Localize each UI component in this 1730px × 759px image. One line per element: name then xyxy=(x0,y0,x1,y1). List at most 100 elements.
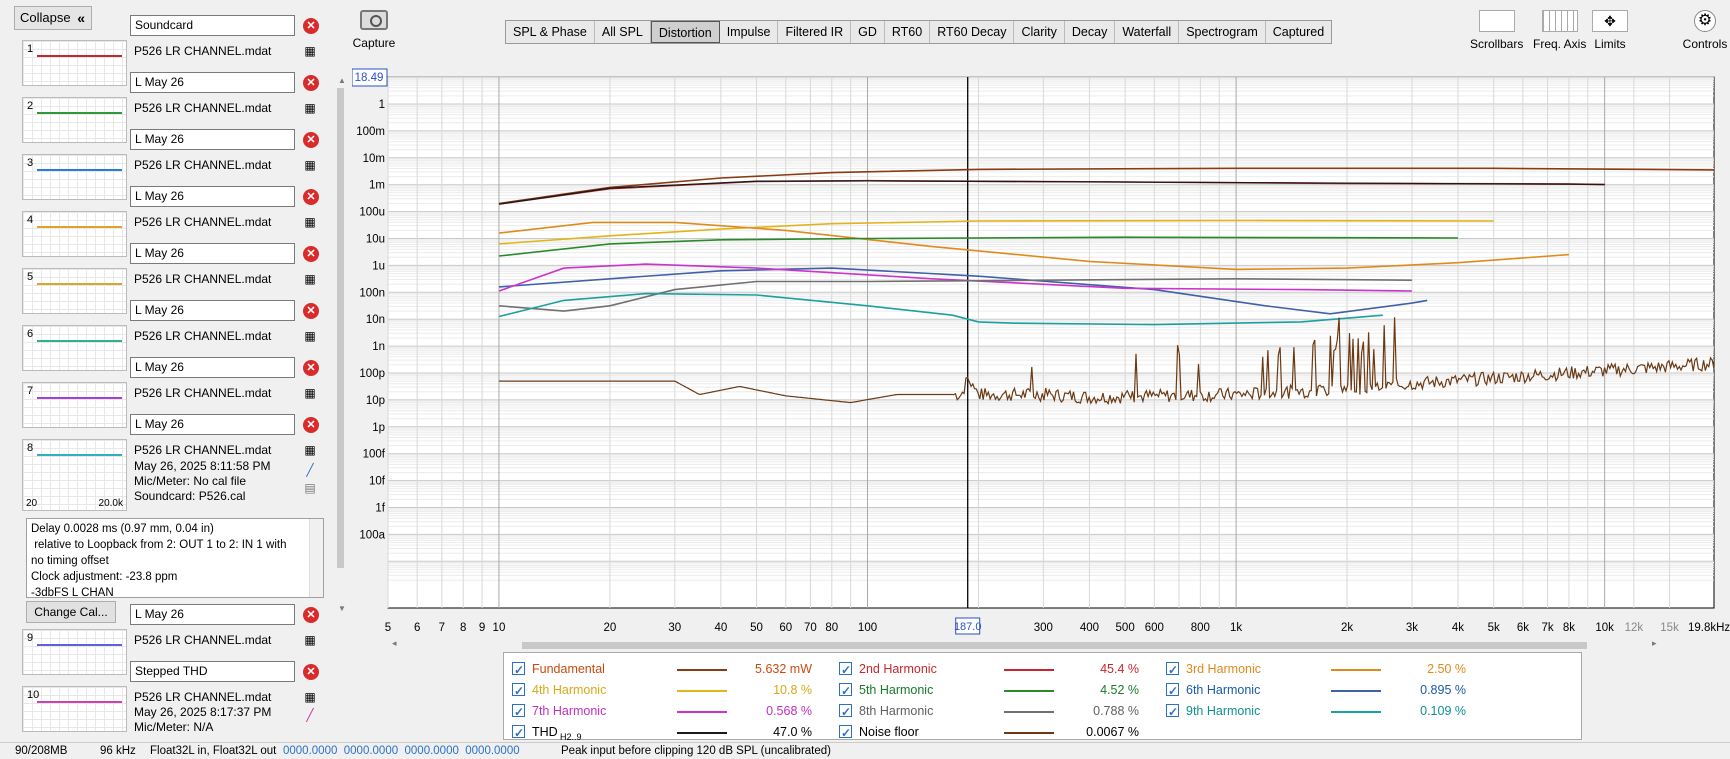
measurement-thumbnail[interactable]: 7 xyxy=(22,382,127,428)
limits-button[interactable]: ✥ Limits xyxy=(1592,10,1628,51)
legend-value: 47.0 % xyxy=(773,725,812,739)
tab-filtered-ir[interactable]: Filtered IR xyxy=(778,21,852,43)
measurement-thumbnail[interactable]: 3 xyxy=(22,154,127,200)
measurement-name-field[interactable]: L May 26 xyxy=(130,357,295,378)
freq-axis-button[interactable]: Freq. Axis xyxy=(1533,10,1586,51)
scroll-right-icon[interactable]: ▸ xyxy=(1652,638,1657,649)
tab-clarity[interactable]: Clarity xyxy=(1014,21,1065,43)
measurement-name-field[interactable]: L May 26 xyxy=(130,300,295,321)
measurement-name-field[interactable]: L May 26 xyxy=(130,186,295,207)
measurement-thumbnail[interactable]: 6 xyxy=(22,325,127,371)
measurement-settings-icon[interactable]: ▦ xyxy=(303,272,317,286)
remove-measurement-icon[interactable]: ✕ xyxy=(303,132,319,148)
sidebar-scroll-thumb[interactable] xyxy=(337,88,344,568)
graph-hscroll-thumb[interactable] xyxy=(522,642,1587,649)
legend-checkbox[interactable] xyxy=(512,702,525,722)
remove-measurement-icon[interactable]: ✕ xyxy=(303,607,319,623)
legend-checkbox[interactable] xyxy=(512,681,525,701)
note-line: -3dbFS L CHAN xyxy=(31,587,114,598)
measurement-settings-icon[interactable]: ▦ xyxy=(303,101,317,115)
legend-checkbox[interactable] xyxy=(1166,681,1179,701)
x-tick-label: 600 xyxy=(1145,622,1164,634)
measurement-name-field[interactable]: Soundcard xyxy=(130,15,295,36)
collapse-button[interactable]: Collapse « xyxy=(14,6,92,30)
remove-measurement-icon[interactable]: ✕ xyxy=(303,664,319,680)
scroll-up-icon[interactable]: ▲ xyxy=(338,76,346,85)
measurement-name-field[interactable]: Stepped THD xyxy=(130,661,295,682)
controls-button[interactable]: ⚙ Controls xyxy=(1680,10,1730,51)
measurement-thumbnail[interactable]: 1 xyxy=(22,40,127,86)
measurement-settings-icon[interactable]: ▦ xyxy=(303,386,317,400)
legend-value: 0.895 % xyxy=(1420,683,1466,697)
legend-checkbox[interactable] xyxy=(512,660,525,680)
measurement-settings-icon[interactable]: ▦ xyxy=(303,44,317,58)
tab-impulse[interactable]: Impulse xyxy=(720,21,779,43)
legend-swatch xyxy=(1331,690,1381,692)
measurement-settings-icon[interactable]: ▦ xyxy=(303,215,317,229)
notes-scrollbar[interactable] xyxy=(309,519,323,597)
tab-rt60[interactable]: RT60 xyxy=(885,21,931,43)
measurement-settings-icon[interactable]: ▦ xyxy=(303,633,317,647)
measurement-name-field[interactable]: L May 26 xyxy=(130,72,295,93)
remove-measurement-icon[interactable]: ✕ xyxy=(303,360,319,376)
y-tick-label: 100f xyxy=(363,449,386,461)
remove-measurement-icon[interactable]: ✕ xyxy=(303,75,319,91)
measurement-thumbnail[interactable]: 8 20 20.0k xyxy=(22,439,127,511)
measurement-thumbnail[interactable]: 2 xyxy=(22,97,127,143)
sample-rate: 96 kHz xyxy=(100,745,136,757)
legend-checkbox[interactable] xyxy=(512,723,525,743)
tab-rt60-decay[interactable]: RT60 Decay xyxy=(930,21,1015,43)
measurement-name-field[interactable]: L May 26 xyxy=(130,414,295,435)
measurement-settings-icon[interactable]: ▦ xyxy=(303,329,317,343)
remove-measurement-icon[interactable]: ✕ xyxy=(303,189,319,205)
graph-hscrollbar[interactable]: ◂ ▸ xyxy=(352,638,1722,652)
remove-measurement-icon[interactable]: ✕ xyxy=(303,246,319,262)
remove-measurement-icon[interactable]: ✕ xyxy=(303,303,319,319)
tab-all-spl[interactable]: All SPL xyxy=(595,21,651,43)
measurement-name-field[interactable]: L May 26 xyxy=(130,604,295,625)
measurement-settings-icon[interactable]: ▦ xyxy=(303,158,317,172)
legend-checkbox[interactable] xyxy=(1166,702,1179,722)
remove-measurement-icon[interactable]: ✕ xyxy=(303,18,319,34)
x-tick-label: 40 xyxy=(714,622,727,634)
measurement-settings-icon[interactable]: ▦ xyxy=(303,443,317,457)
capture-button[interactable]: Capture xyxy=(352,10,396,50)
tab-waterfall[interactable]: Waterfall xyxy=(1115,21,1180,43)
scroll-left-icon[interactable]: ◂ xyxy=(392,638,397,649)
scrollbars-button[interactable]: Scrollbars xyxy=(1470,10,1523,51)
pencil-icon[interactable]: ╱ xyxy=(303,708,317,722)
remove-measurement-icon[interactable]: ✕ xyxy=(303,417,319,433)
file-icon[interactable]: ▤ xyxy=(303,481,317,495)
y-tick-label: 1p xyxy=(372,422,385,434)
legend-swatch xyxy=(677,732,727,734)
measurement-notes[interactable]: Delay 0.0028 ms (0.97 mm, 0.04 in) relat… xyxy=(26,518,324,598)
io-format: Float32L in, Float32L out xyxy=(150,745,277,757)
legend-checkbox[interactable] xyxy=(839,660,852,680)
legend-checkbox[interactable] xyxy=(839,702,852,722)
tab-spl-phase[interactable]: SPL & Phase xyxy=(506,21,595,43)
measurement-name-field[interactable]: L May 26 xyxy=(130,243,295,264)
measurement-name-field[interactable]: L May 26 xyxy=(130,129,295,150)
x-tick-label: 20 xyxy=(604,622,617,634)
distortion-graph[interactable]: 1 100m 10m 1m 100u 10u 1u 100n 10n 1n 100p 10p 1p 100… xyxy=(351,60,1730,652)
measurement-thumbnail[interactable]: 9 xyxy=(22,629,127,675)
measurement-thumbnail[interactable]: 5 xyxy=(22,268,127,314)
scroll-down-icon[interactable]: ▼ xyxy=(338,604,346,613)
measurement-settings-icon[interactable]: ▦ xyxy=(303,690,317,704)
legend-checkbox[interactable] xyxy=(839,723,852,743)
measurement-thumbnail[interactable]: 10 xyxy=(22,686,127,732)
peak-input: Peak input before clipping 120 dB SPL (u… xyxy=(561,745,831,757)
change-cal-button[interactable]: Change Cal... xyxy=(26,601,116,623)
tab-captured[interactable]: Captured xyxy=(1266,21,1331,43)
legend-checkbox[interactable] xyxy=(839,681,852,701)
legend-panel: Fundamental 5.632 mW 2nd Harmonic 45.4 % 3rd… xyxy=(503,652,1582,743)
measurement-thumbnail[interactable]: 4 xyxy=(22,211,127,257)
legend-checkbox[interactable] xyxy=(1166,660,1179,680)
graph-svg[interactable]: 1 100m 10m 1m 100u 10u 1u 100n 10n 1n 100p 10p 1p 100… xyxy=(351,60,1730,650)
y-tick-label: 10u xyxy=(366,234,385,246)
tab-spectrogram[interactable]: Spectrogram xyxy=(1179,21,1266,43)
tab-distortion[interactable]: Distortion xyxy=(650,21,720,43)
pencil-icon[interactable]: ╱ xyxy=(303,463,317,477)
tab-gd[interactable]: GD xyxy=(851,21,885,43)
tab-decay[interactable]: Decay xyxy=(1065,21,1116,43)
